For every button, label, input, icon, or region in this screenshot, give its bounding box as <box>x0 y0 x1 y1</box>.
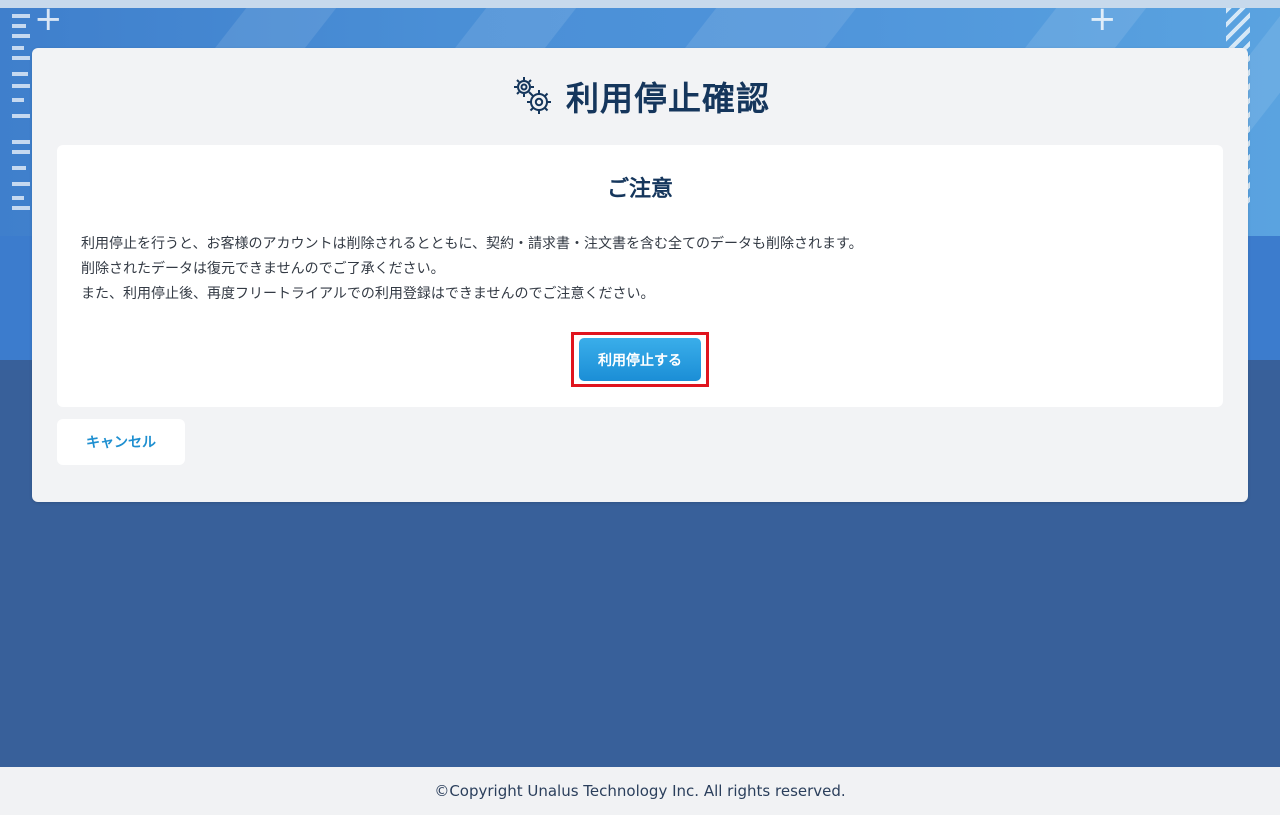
footer: ©Copyright Unalus Technology Inc. All ri… <box>0 767 1280 815</box>
copyright-text: ©Copyright Unalus Technology Inc. All ri… <box>434 782 846 800</box>
notice-line: 利用停止を行うと、お客様のアカウントは削除されるとともに、契約・請求書・注文書を… <box>81 236 863 252</box>
plus-decoration: + <box>34 8 63 39</box>
highlight-frame: 利用停止する <box>571 332 709 387</box>
confirm-suspend-button[interactable]: 利用停止する <box>579 338 701 381</box>
confirmation-card: 利用停止確認 ご注意 利用停止を行うと、お客様のアカウントは削除されるとともに、… <box>32 48 1248 502</box>
notice-text: 利用停止を行うと、お客様のアカウントは削除されるとともに、契約・請求書・注文書を… <box>81 232 1181 307</box>
notice-line: また、利用停止後、再度フリートライアルでの利用登録はできませんのでご注意ください… <box>81 286 655 302</box>
gears-icon <box>510 74 554 118</box>
cancel-button[interactable]: キャンセル <box>57 419 185 465</box>
top-strip <box>0 0 1280 8</box>
notice-line: 削除されたデータは復元できませんのでご了承ください。 <box>81 261 445 277</box>
bar-decoration <box>12 8 34 223</box>
plus-decoration: + <box>1088 8 1117 39</box>
page-title: 利用停止確認 <box>566 79 770 118</box>
notice-title: ご注意 <box>606 177 673 202</box>
notice-panel: ご注意 利用停止を行うと、お客様のアカウントは削除されるとともに、契約・請求書・… <box>57 145 1223 407</box>
page-header: 利用停止確認 <box>32 68 1248 124</box>
